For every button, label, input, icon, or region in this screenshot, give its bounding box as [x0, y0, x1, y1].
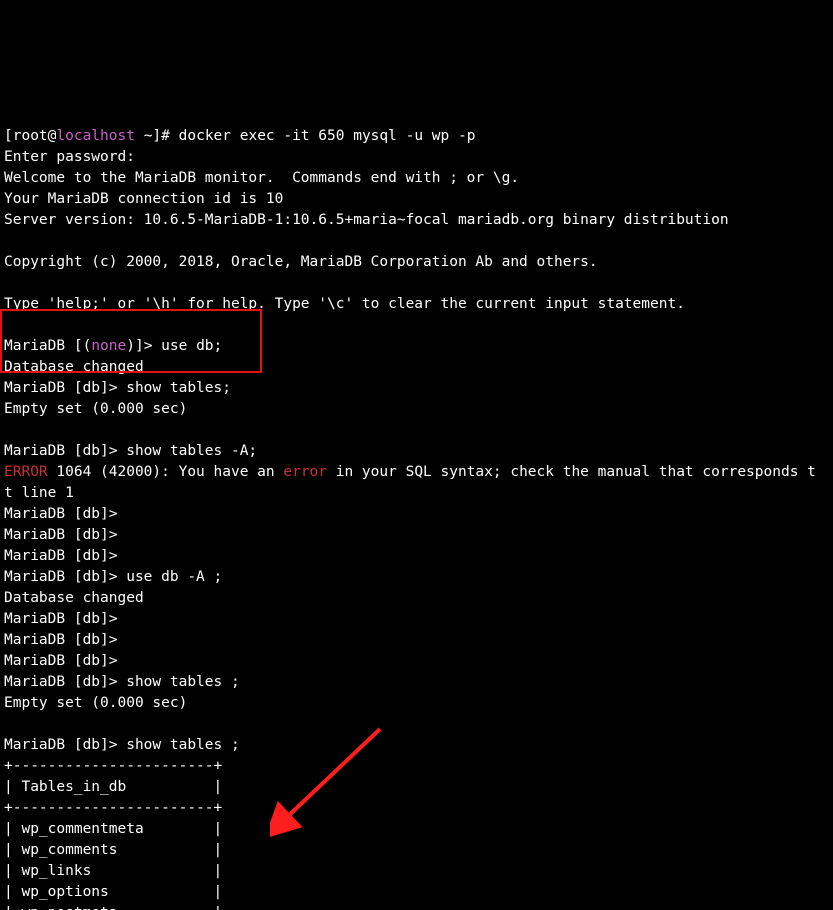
error-line: t line 1 [4, 485, 74, 501]
error-label: ERROR [4, 464, 48, 480]
table-row: | wp_links | [4, 863, 222, 879]
table-border: +-----------------------+ [4, 758, 222, 774]
output-line: Database changed [4, 359, 144, 375]
output-line: Welcome to the MariaDB monitor. Commands… [4, 170, 519, 186]
mariadb-prompt: MariaDB [db]> [4, 548, 126, 564]
output-line: Empty set (0.000 sec) [4, 695, 187, 711]
command: use db; [161, 338, 222, 354]
mariadb-prompt: MariaDB [db]> [4, 443, 126, 459]
command: use db -A ; [126, 569, 222, 585]
table-border: +-----------------------+ [4, 800, 222, 816]
terminal[interactable]: [root@localhost ~]# docker exec -it 650 … [0, 105, 833, 910]
command: show tables -A; [126, 443, 257, 459]
mariadb-prompt: MariaDB [db]> [4, 653, 126, 669]
error-word: error [283, 464, 327, 480]
error-line: ERROR 1064 (42000): You have an error in… [4, 464, 816, 480]
table-row: | wp_options | [4, 884, 222, 900]
table-row: | wp_comments | [4, 842, 222, 858]
hostname: localhost [56, 128, 135, 144]
mariadb-prompt: MariaDB [db]> [4, 569, 126, 585]
mariadb-prompt: MariaDB [db]> [4, 674, 126, 690]
prompt-root: [root@localhost ~]# [4, 128, 179, 144]
output-line: Type 'help;' or '\h' for help. Type '\c'… [4, 296, 685, 312]
mariadb-prompt: MariaDB [db]> [4, 737, 126, 753]
table-header: | Tables_in_db | [4, 779, 222, 795]
annotation-arrow-icon [270, 719, 390, 839]
output-line: Your MariaDB connection id is 10 [4, 191, 283, 207]
table-row: | wp_commentmeta | [4, 821, 222, 837]
command: show tables ; [126, 737, 240, 753]
output-line: Enter password: [4, 149, 135, 165]
mariadb-prompt: MariaDB [(none)]> [4, 338, 161, 354]
mariadb-prompt: MariaDB [db]> [4, 632, 126, 648]
command: show tables ; [126, 674, 240, 690]
command: show tables; [126, 380, 231, 396]
output-line: Server version: 10.6.5-MariaDB-1:10.6.5+… [4, 212, 729, 228]
output-line: Database changed [4, 590, 144, 606]
output-line: Copyright (c) 2000, 2018, Oracle, MariaD… [4, 254, 598, 270]
table-row: | wp_postmeta | [4, 905, 222, 910]
mariadb-prompt: MariaDB [db]> [4, 506, 126, 522]
command: docker exec -it 650 mysql -u wp -p [179, 128, 476, 144]
mariadb-prompt: MariaDB [db]> [4, 527, 126, 543]
mariadb-prompt: MariaDB [db]> [4, 380, 126, 396]
output-line: Empty set (0.000 sec) [4, 401, 187, 417]
mariadb-prompt: MariaDB [db]> [4, 611, 126, 627]
